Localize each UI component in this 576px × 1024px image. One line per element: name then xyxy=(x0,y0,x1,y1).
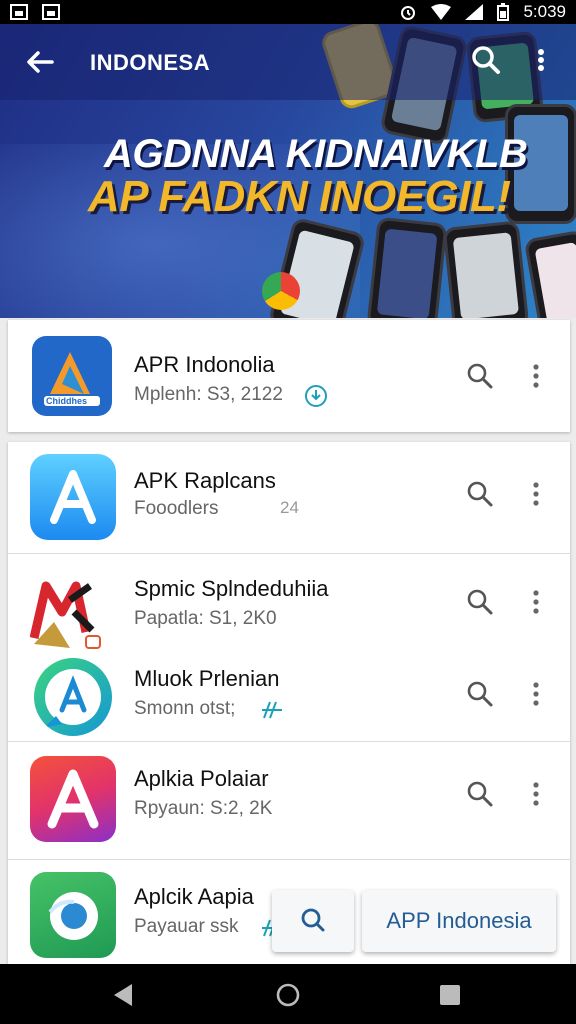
app-meta: Smonn otst; xyxy=(134,698,236,719)
hero-banner: AGDNNA KIDNAIVKLB AP FADKN INOEGIL! INDO… xyxy=(0,24,576,318)
more-vert-icon[interactable] xyxy=(526,586,546,618)
search-icon[interactable] xyxy=(464,778,496,810)
search-icon[interactable] xyxy=(464,678,496,710)
search-icon xyxy=(301,908,325,932)
alarm-icon xyxy=(401,6,416,20)
search-icon[interactable] xyxy=(464,478,496,510)
search-icon[interactable] xyxy=(468,42,504,78)
bird-icon xyxy=(30,872,116,958)
list-item[interactable]: Mluok Prlenian Smonn otst; xyxy=(8,644,570,742)
battery-icon xyxy=(497,3,510,21)
more-vert-icon[interactable] xyxy=(526,42,556,78)
logo-icon: Chiddhes xyxy=(32,336,112,416)
badge-icon xyxy=(262,701,282,719)
more-vert-icon[interactable] xyxy=(526,778,546,810)
list-item[interactable]: Spmic Splndeduhiia Papatla: S1, 2K0 xyxy=(8,554,570,649)
status-bar: 5:039 xyxy=(0,0,576,24)
navigation-bar xyxy=(0,964,576,1024)
app-bar: INDONESA xyxy=(0,24,576,100)
app-meta: Rpyaun: S:2, 2K xyxy=(134,798,273,819)
phone-image xyxy=(442,220,530,318)
app-name: Aplkia Polaiar xyxy=(134,766,269,791)
wifi-icon xyxy=(431,4,452,20)
gallery-icon xyxy=(10,4,28,20)
search-icon[interactable] xyxy=(464,586,496,618)
app-indonesia-button[interactable]: APP Indonesia xyxy=(362,890,556,952)
page-title: INDONESA xyxy=(90,50,211,75)
signal-icon xyxy=(465,4,484,20)
app-meta: Payauar ssk xyxy=(134,916,239,937)
more-vert-icon[interactable] xyxy=(526,478,546,510)
app-list-card: Chiddhes APR Indonolia Mplenh: S3, 2122 xyxy=(8,320,570,432)
back-arrow-icon[interactable] xyxy=(22,44,58,80)
more-vert-icon[interactable] xyxy=(526,678,546,710)
app-name: Aplcik Aapia xyxy=(134,884,254,909)
app-meta: Papatla: S1, 2K0 xyxy=(134,608,277,629)
chrome-icon xyxy=(262,272,300,310)
letter-a-icon xyxy=(30,756,116,842)
phone-image xyxy=(366,216,448,318)
logo-text: Chiddhes xyxy=(46,396,88,406)
image-icon xyxy=(42,4,60,20)
app-name: Spmic Splndeduhiia xyxy=(134,576,329,601)
recents-nav-icon[interactable] xyxy=(438,983,462,1007)
status-time: 5:039 xyxy=(523,2,566,21)
hero-headline: AGDNNA KIDNAIVKLB xyxy=(104,132,528,176)
download-badge-icon xyxy=(305,385,327,407)
list-item[interactable]: Chiddhes APR Indonolia Mplenh: S3, 2122 xyxy=(8,320,570,432)
app-name: APK Raplcans xyxy=(134,468,276,493)
app-meta: Fooodlers xyxy=(134,498,219,519)
phone-image xyxy=(523,229,576,318)
list-item[interactable]: Aplkia Polaiar Rpyaun: S:2, 2K xyxy=(8,742,570,860)
search-icon[interactable] xyxy=(464,360,496,392)
hero-subheadline: AP FADKN INOEGIL! xyxy=(88,172,511,221)
back-nav-icon[interactable] xyxy=(110,982,136,1008)
app-store-icon xyxy=(30,454,116,540)
more-vert-icon[interactable] xyxy=(526,360,546,392)
floating-search-button[interactable] xyxy=(272,890,354,952)
list-item[interactable]: APK Raplcans Fooodlers 24 xyxy=(8,442,570,554)
chat-a-icon xyxy=(34,658,112,736)
app-meta-extra: 24 xyxy=(280,498,299,517)
app-name: APR Indonolia xyxy=(134,352,275,377)
home-nav-icon[interactable] xyxy=(275,982,301,1008)
app-meta: Mplenh: S3, 2122 xyxy=(134,384,283,405)
mk-logo-icon xyxy=(30,572,116,652)
app-name: Mluok Prlenian xyxy=(134,666,280,691)
